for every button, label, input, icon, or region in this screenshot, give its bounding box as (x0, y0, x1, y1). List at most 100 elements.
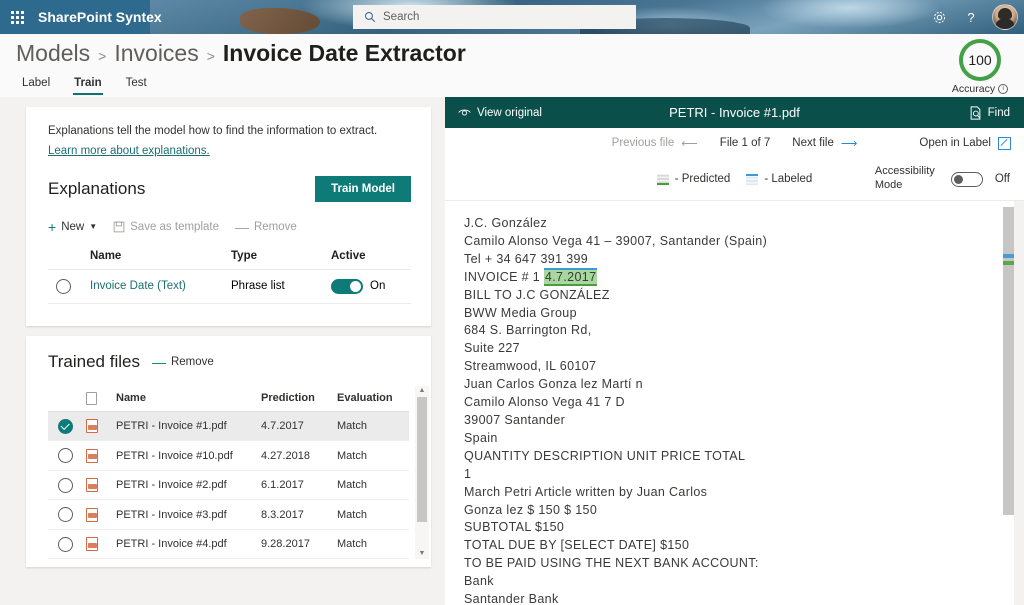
table-row[interactable]: PETRI - Invoice #1.pdf 4.7.2017 Match (48, 412, 409, 442)
view-original-label: View original (477, 107, 542, 119)
open-in-label-button[interactable]: Open in Label (919, 137, 1011, 150)
arrow-left-icon: ⟵ (681, 136, 698, 150)
trained-files-scrollbar[interactable]: ▲ ▼ (415, 386, 429, 560)
explanations-card: Explanations tell the model how to find … (26, 107, 431, 326)
explanations-intro: Explanations tell the model how to find … (48, 123, 411, 141)
labeled-position-marker (1003, 254, 1014, 258)
doc-line: Tel + 34 647 391 399 (464, 251, 1024, 269)
file-evaluation: Match (337, 509, 409, 521)
table-row[interactable]: PETRI - Invoice #4.pdf 9.28.2017 Match (48, 530, 409, 560)
active-state-label: On (370, 280, 385, 292)
chevron-down-icon: ▼ (89, 222, 97, 231)
pdf-icon (86, 449, 116, 463)
doc-line: Juan Carlos Gonza lez Martí n (464, 376, 1024, 394)
accessibility-mode-control: Accessibility Mode Off (875, 165, 1010, 193)
tab-train[interactable]: Train (64, 74, 111, 96)
doc-line: TO BE PAID USING THE NEXT BANK ACCOUNT: (464, 555, 1024, 573)
previous-file-button[interactable]: Previous file ⟵ (612, 136, 698, 150)
suite-bar: SharePoint Syntex Search ? (0, 0, 1024, 34)
arrow-right-icon: ⟶ (841, 136, 858, 150)
waffle-grid-icon[interactable] (0, 0, 34, 34)
viewer-file-nav: Previous file ⟵ File 1 of 7 Next file ⟶ … (445, 128, 1024, 158)
file-prediction: 6.1.2017 (261, 479, 337, 491)
row-radio[interactable] (48, 279, 90, 294)
file-prediction: 4.27.2018 (261, 450, 337, 462)
remove-label: Remove (254, 221, 297, 233)
row-radio[interactable] (48, 507, 86, 522)
tab-test[interactable]: Test (116, 74, 157, 96)
search-placeholder: Search (383, 11, 419, 23)
file-evaluation: Match (337, 538, 409, 550)
save-as-template-button[interactable]: Save as template (113, 221, 219, 233)
pencil-square-icon (998, 137, 1011, 150)
col-name: Name (116, 392, 261, 404)
doc-line: March Petri Article written by Juan Carl… (464, 484, 1024, 502)
file-evaluation: Match (337, 420, 409, 432)
new-label: New (61, 221, 84, 233)
trained-files-header: Trained files — Remove (48, 352, 431, 372)
explanation-name-link[interactable]: Invoice Date (Text) (90, 280, 231, 292)
open-in-label-text: Open in Label (919, 137, 991, 149)
doc-line-text: INVOICE # 1 (464, 270, 544, 284)
info-icon[interactable]: i (998, 84, 1008, 94)
predicted-position-marker (1003, 261, 1014, 265)
document-scrollbar[interactable] (1003, 201, 1014, 605)
file-name: PETRI - Invoice #1.pdf (116, 420, 261, 432)
explanation-type: Phrase list (231, 280, 331, 292)
accessibility-mode-toggle[interactable] (951, 172, 983, 187)
page-title: Invoice Date Extractor (223, 40, 466, 67)
col-prediction: Prediction (261, 392, 337, 404)
doc-line: Spain (464, 430, 1024, 448)
doc-line: Streamwood, IL 60107 (464, 358, 1024, 376)
row-radio[interactable] (48, 478, 86, 493)
explanations-header-row: Explanations Train Model (48, 176, 411, 202)
labeled-swatch-icon (746, 174, 758, 185)
breadcrumb-models[interactable]: Models (16, 40, 90, 67)
next-file-button[interactable]: Next file ⟶ (792, 136, 857, 150)
file-prediction: 9.28.2017 (261, 538, 337, 550)
table-row[interactable]: Invoice Date (Text) Phrase list On (48, 270, 411, 304)
brand-title[interactable]: SharePoint Syntex (34, 9, 162, 25)
col-evaluation: Evaluation (337, 392, 409, 404)
minus-icon: — (152, 355, 166, 369)
doc-line: J.C. González (464, 215, 1024, 233)
file-name: PETRI - Invoice #2.pdf (116, 479, 261, 491)
remove-explanation-button[interactable]: — Remove (235, 220, 297, 234)
scroll-up-arrow-icon[interactable]: ▲ (419, 386, 426, 396)
search-box[interactable]: Search (353, 5, 636, 29)
avatar[interactable] (992, 4, 1018, 30)
learn-more-link[interactable]: Learn more about explanations. (48, 145, 210, 157)
gear-icon[interactable] (924, 0, 954, 34)
col-name: Name (90, 250, 231, 262)
question-icon[interactable]: ? (956, 0, 986, 34)
table-row[interactable]: PETRI - Invoice #3.pdf 8.3.2017 Match (48, 500, 409, 530)
file-counter: File 1 of 7 (720, 137, 771, 149)
extracted-value-highlight[interactable]: 4.7.2017 (544, 268, 597, 286)
explanations-command-bar: + New ▼ Save as template — Remove (48, 220, 411, 234)
trained-files-table: Name Prediction Evaluation PETRI - Invoi… (48, 386, 431, 560)
left-column: Explanations tell the model how to find … (0, 97, 445, 605)
explanations-table-header: Name Type Active (48, 250, 411, 270)
tab-label[interactable]: Label (12, 74, 60, 96)
row-radio[interactable] (48, 419, 86, 434)
scroll-down-arrow-icon[interactable]: ▼ (419, 549, 426, 559)
scrollbar-thumb[interactable] (417, 397, 427, 522)
train-model-button[interactable]: Train Model (315, 176, 411, 202)
eye-icon (458, 107, 471, 118)
trained-files-remove-button[interactable]: — Remove (152, 355, 214, 369)
row-radio[interactable] (48, 537, 86, 552)
trained-files-card: Trained files — Remove Name Prediction E… (26, 336, 431, 568)
table-row[interactable]: PETRI - Invoice #10.pdf 4.27.2018 Match (48, 441, 409, 471)
view-original-button[interactable]: View original (445, 107, 542, 119)
predicted-swatch-icon (657, 174, 669, 185)
file-evaluation: Match (337, 450, 409, 462)
find-button[interactable]: Find (969, 106, 1010, 120)
table-row[interactable]: PETRI - Invoice #2.pdf 6.1.2017 Match (48, 471, 409, 501)
new-explanation-button[interactable]: + New ▼ (48, 220, 97, 234)
row-radio[interactable] (48, 448, 86, 463)
plus-icon: + (48, 220, 56, 234)
pdf-icon (86, 508, 116, 522)
breadcrumb-invoices[interactable]: Invoices (114, 40, 198, 67)
explanations-table: Name Type Active Invoice Date (Text) Phr… (48, 250, 411, 304)
active-toggle[interactable] (331, 279, 363, 294)
